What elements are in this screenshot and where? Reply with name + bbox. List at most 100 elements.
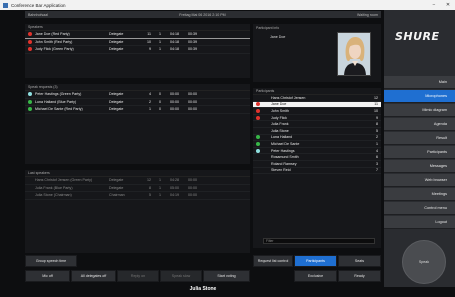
status-bar: Bahnhofsaal Freitag Mai 06 2016 2:10 PM …	[25, 11, 381, 18]
participant-name: Jane Doe	[271, 102, 287, 107]
last-speakers-list: Hans Christof Jensen (Green Party) Delega…	[25, 177, 250, 200]
participant-count: 1	[376, 141, 378, 146]
current-speaker-name: Julia Stone	[189, 286, 217, 292]
status-dot	[256, 108, 260, 113]
duration-cell: 00:00	[188, 178, 197, 183]
status-dot	[256, 96, 260, 100]
seat-cell: 8	[149, 185, 151, 190]
last-speaker-row[interactable]: Julia Frank (Blue Party) Delegate 8 1 05:00 0…	[25, 185, 250, 192]
participant-row[interactable]: Luna Halland 2	[253, 135, 381, 142]
request-list-control-button[interactable]: Request list control	[253, 255, 293, 267]
ready-button[interactable]: Ready	[338, 270, 381, 282]
participant-row[interactable]: Rosamund Smith 6	[253, 154, 381, 161]
status-dot	[28, 178, 32, 182]
name-cell: Michael De Sante (Red Party)	[35, 107, 83, 112]
participant-row[interactable]: Roland Ramsey 3	[253, 161, 381, 168]
all-delegates-off-button[interactable]: All delegates off	[71, 270, 116, 282]
nav-item-messages[interactable]: Messages	[384, 160, 455, 173]
status-dot	[256, 162, 260, 166]
count-cell: 1	[159, 178, 161, 183]
status-dot	[256, 122, 260, 126]
participant-info-panel: Participant info Jane Doe	[253, 24, 381, 82]
nav-item-main[interactable]: Main	[384, 76, 455, 89]
count-cell: 1	[159, 39, 161, 44]
status-dot	[28, 47, 32, 52]
exclusive-button[interactable]: Exclusive	[294, 270, 337, 282]
participant-row[interactable]: Judy Flick 9	[253, 115, 381, 122]
participant-row[interactable]: Julia Stone 5	[253, 128, 381, 135]
speaker-row[interactable]: John Smith (Red Party) Delegate 10 1 04:18 00…	[25, 39, 250, 46]
role-cell: Delegate	[109, 47, 124, 52]
nav-item-result[interactable]: Result	[384, 132, 455, 145]
mic-off-button[interactable]: Mic off	[25, 270, 70, 282]
request-row[interactable]: Luna Halland (Blue Party) Delegate 2 0 00:00…	[25, 99, 250, 106]
name-cell: Peter Hastings (Green Party)	[35, 92, 82, 97]
nav-item-meetings[interactable]: Meetings	[384, 188, 455, 201]
role-cell: Delegate	[109, 92, 124, 97]
nav-item-microphones[interactable]: Microphones	[384, 90, 455, 103]
group-speech-time-button[interactable]: Group speech time	[25, 255, 77, 267]
participants-panel: Participants Hans Christof Jensen 12 Jane …	[253, 88, 381, 248]
duration-cell: 00:39	[188, 39, 197, 44]
minimize-button[interactable]: −	[427, 2, 441, 8]
participant-count: 8	[376, 122, 378, 127]
participant-name: Julia Frank	[271, 122, 289, 127]
participant-row[interactable]: Jane Doe 11	[253, 101, 381, 109]
duration-cell: 00:39	[188, 32, 197, 37]
speak-slow-button[interactable]: Speak slow	[160, 270, 202, 282]
reply-on-button[interactable]: Reply on	[117, 270, 159, 282]
status-dot	[28, 186, 32, 190]
status-dot	[28, 32, 32, 37]
participant-count: 7	[376, 168, 378, 173]
participant-row[interactable]: Julia Frank 8	[253, 121, 381, 128]
speakers-list: Jane Doe (Red Party) Delegate 11 1 04:18 00:3…	[25, 31, 250, 54]
nav-item-agenda[interactable]: Agenda	[384, 118, 455, 131]
nav-item-logout[interactable]: Logout	[384, 216, 455, 229]
duration-cell: 00:00	[188, 99, 197, 104]
participant-name: Roland Ramsey	[271, 161, 297, 166]
last-speaker-row[interactable]: Hans Christof Jensen (Green Party) Delega…	[25, 177, 250, 185]
speaker-row[interactable]: Judy Flick (Green Party) Delegate 9 1 04:18 0…	[25, 46, 250, 54]
speak-button[interactable]: Speak	[402, 240, 446, 284]
start-voting-button[interactable]: Start voting	[203, 270, 250, 282]
last-speaker-row[interactable]: Julia Stone (Chairman) Chairman 5 1 04:19 00:…	[25, 192, 250, 200]
participant-row[interactable]: Peter Hastings 4	[253, 148, 381, 155]
window-title: Conference Bar Application	[11, 2, 66, 8]
count-cell: 1	[159, 47, 161, 52]
participant-row[interactable]: Hans Christof Jensen 12	[253, 95, 381, 102]
speakers-header: Speakers	[25, 24, 250, 31]
status-dot	[256, 155, 260, 159]
seats-tab-button[interactable]: Seats	[338, 255, 381, 267]
filter-input[interactable]: Filter	[263, 238, 375, 244]
request-row[interactable]: Michael De Sante (Red Party) Delegate 1 0 00…	[25, 106, 250, 114]
participant-count: 2	[376, 135, 378, 140]
duration-cell: 00:00	[188, 92, 197, 97]
role-cell: Delegate	[109, 185, 124, 190]
speakers-panel: Speakers Jane Doe (Red Party) Delegate 11 1…	[25, 24, 250, 78]
close-button[interactable]: ✕	[441, 2, 455, 8]
name-cell: Luna Halland (Blue Party)	[35, 99, 77, 104]
speaker-row[interactable]: Jane Doe (Red Party) Delegate 11 1 04:18 00:3…	[25, 31, 250, 39]
seat-cell: 11	[147, 32, 151, 37]
time-cell: 00:00	[170, 107, 179, 112]
participant-row[interactable]: Steven Reid 7	[253, 168, 381, 175]
app-icon	[3, 2, 8, 8]
status-dot	[28, 99, 32, 104]
request-row[interactable]: Peter Hastings (Green Party) Delegate 4 0 00…	[25, 91, 250, 99]
participant-row[interactable]: Michael De Sante 1	[253, 141, 381, 148]
participant-row[interactable]: John Smith 10	[253, 108, 381, 115]
nav-item-control-menu[interactable]: Control menu	[384, 202, 455, 215]
brand-logo: SHURE	[395, 30, 440, 43]
nav-item-mimic-diagram[interactable]: Mimic diagram	[384, 104, 455, 117]
seat-cell: 1	[149, 107, 151, 112]
time-cell: 04:18	[170, 39, 179, 44]
duration-cell: 00:00	[188, 107, 197, 112]
status-dot	[28, 193, 32, 197]
participants-tab-button[interactable]: Participants	[294, 255, 337, 267]
nav-item-participants[interactable]: Participants	[384, 146, 455, 159]
status-dot	[28, 107, 32, 112]
nav-item-web-browser[interactable]: Web browser	[384, 174, 455, 187]
status-dot	[256, 141, 260, 146]
status-dot	[256, 102, 260, 107]
status-dot	[256, 148, 260, 153]
